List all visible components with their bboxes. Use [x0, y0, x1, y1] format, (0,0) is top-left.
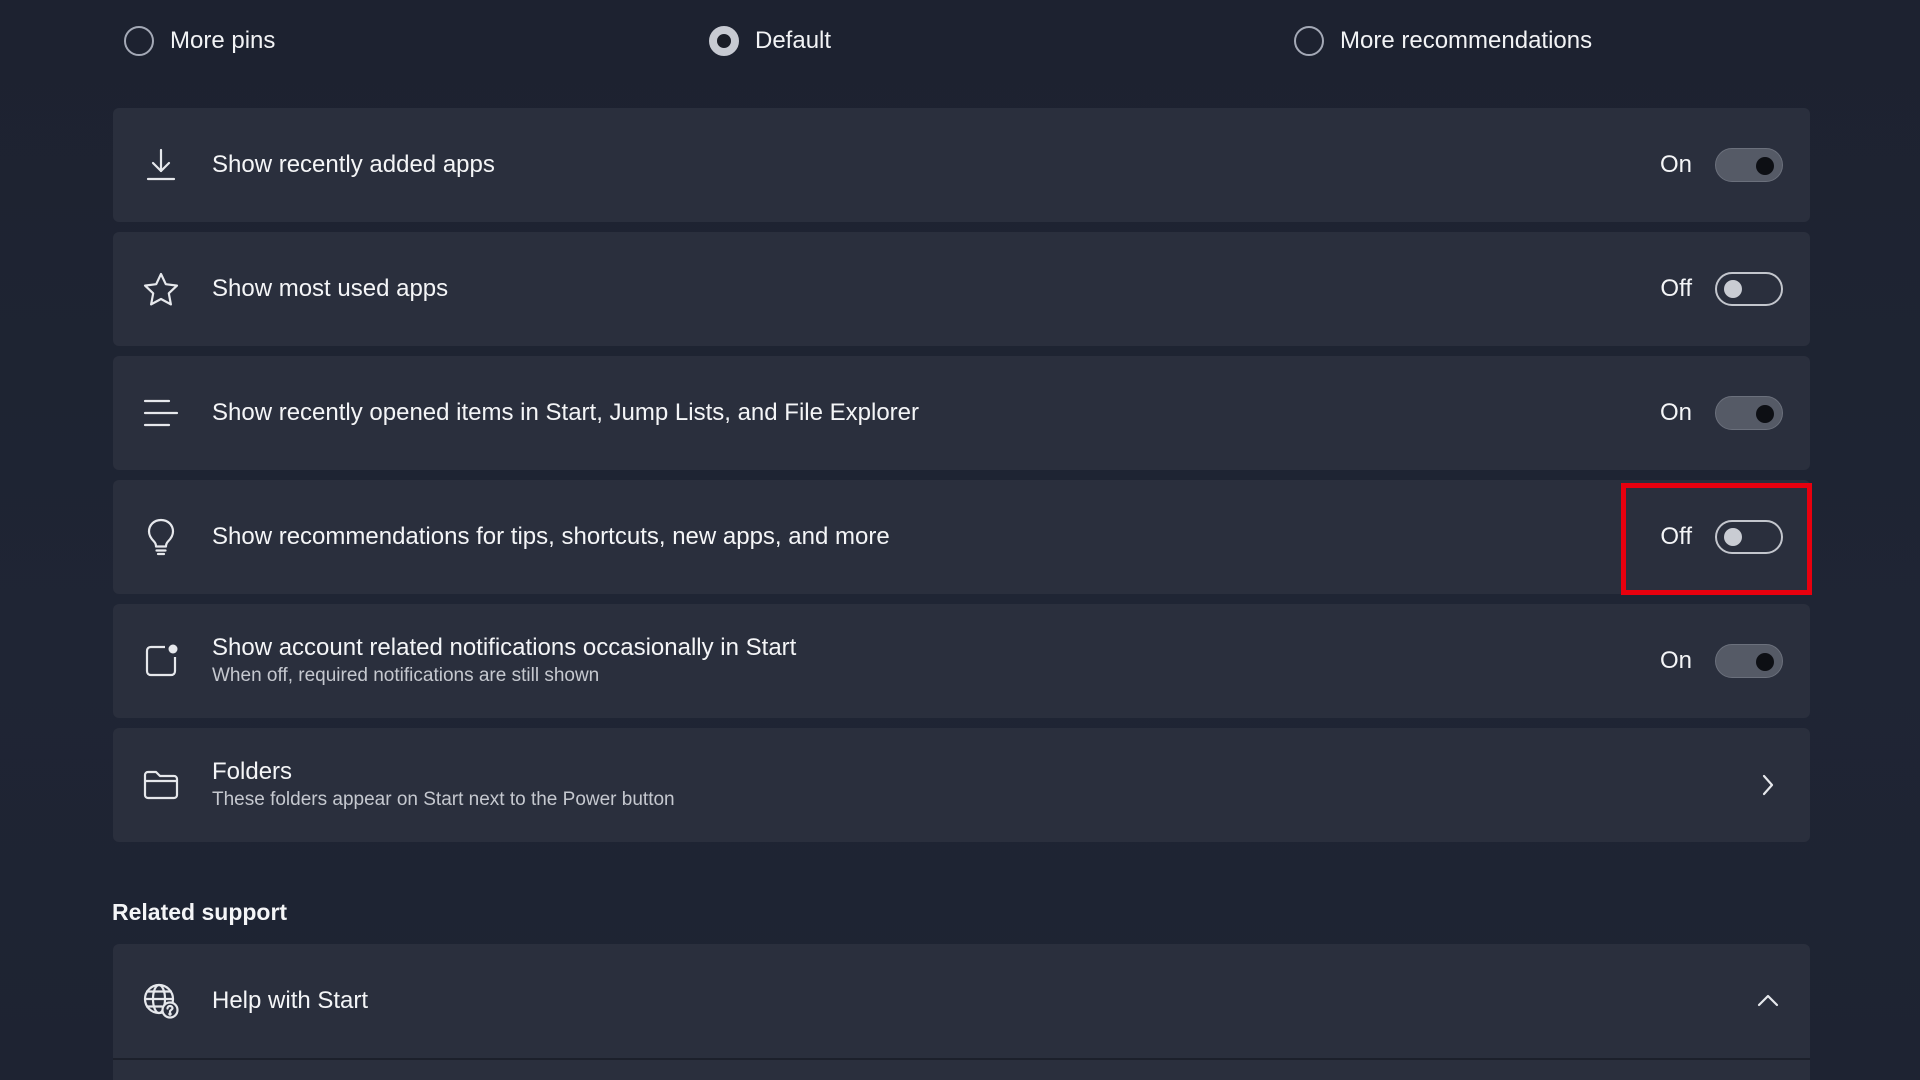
- recently-opened-items-toggle[interactable]: [1715, 396, 1783, 430]
- recently-added-apps-toggle[interactable]: [1715, 148, 1783, 182]
- radio-more-recommendations[interactable]: More recommendations: [1294, 26, 1592, 56]
- setting-title: Show recently added apps: [212, 151, 495, 178]
- toggle-knob: [1756, 405, 1774, 423]
- setting-title: Folders: [212, 758, 293, 785]
- setting-recently-added-apps: Show recently added apps On: [113, 108, 1810, 222]
- setting-folders[interactable]: Folders These folders appear on Start ne…: [113, 728, 1810, 842]
- toggle-knob: [1756, 653, 1774, 671]
- radio-label: More recommendations: [1340, 27, 1593, 54]
- setting-recommendations: Show recommendations for tips, shortcuts…: [113, 480, 1810, 594]
- section-title-related-support: Related support: [112, 899, 288, 925]
- help-title: Help with Start: [212, 987, 369, 1014]
- star-icon: [141, 269, 181, 309]
- download-icon: [141, 145, 181, 185]
- layout-radio-group: More pins Default More recommendations: [124, 26, 1724, 66]
- setting-title: Show recommendations for tips, shortcuts…: [212, 523, 890, 550]
- radio-more-pins[interactable]: More pins: [124, 26, 275, 56]
- toggle-state-label: On: [1659, 647, 1692, 674]
- lightbulb-icon: [141, 517, 181, 557]
- most-used-apps-toggle[interactable]: [1715, 272, 1783, 306]
- help-with-start-expander[interactable]: Help with Start: [113, 944, 1810, 1058]
- notification-badge-icon: [141, 641, 181, 681]
- toggle-knob: [1724, 528, 1742, 546]
- chevron-right-icon: [1756, 773, 1780, 797]
- globe-help-icon: [141, 981, 181, 1021]
- setting-subtitle: These folders appear on Start next to th…: [212, 789, 675, 810]
- setting-title: Show account related notifications occas…: [212, 634, 797, 661]
- radio-circle-selected[interactable]: [709, 26, 739, 56]
- setting-account-notifications: Show account related notifications occas…: [113, 604, 1810, 718]
- account-notifications-toggle[interactable]: [1715, 644, 1783, 678]
- start-settings-page: More pins Default More recommendations S…: [0, 0, 1920, 1080]
- folder-icon: [141, 765, 181, 805]
- help-content-panel: [113, 1060, 1810, 1080]
- setting-subtitle: When off, required notifications are sti…: [212, 665, 600, 686]
- setting-most-used-apps: Show most used apps Off: [113, 232, 1810, 346]
- radio-default[interactable]: Default: [709, 26, 831, 56]
- toggle-state-label: On: [1659, 151, 1692, 178]
- radio-circle[interactable]: [1294, 26, 1324, 56]
- list-icon: [141, 393, 181, 433]
- radio-circle[interactable]: [124, 26, 154, 56]
- toggle-state-label: Off: [1660, 275, 1692, 302]
- toggle-knob: [1724, 280, 1742, 298]
- radio-label: More pins: [170, 27, 276, 54]
- setting-title: Show most used apps: [212, 275, 449, 302]
- toggle-state-label: Off: [1660, 523, 1692, 550]
- chevron-up-icon[interactable]: [1756, 989, 1780, 1013]
- setting-title: Show recently opened items in Start, Jum…: [212, 399, 919, 426]
- radio-label: Default: [755, 27, 832, 54]
- toggle-state-label: On: [1659, 399, 1692, 426]
- toggle-knob: [1756, 157, 1774, 175]
- setting-recently-opened-items: Show recently opened items in Start, Jum…: [113, 356, 1810, 470]
- recommendations-toggle[interactable]: [1715, 520, 1783, 554]
